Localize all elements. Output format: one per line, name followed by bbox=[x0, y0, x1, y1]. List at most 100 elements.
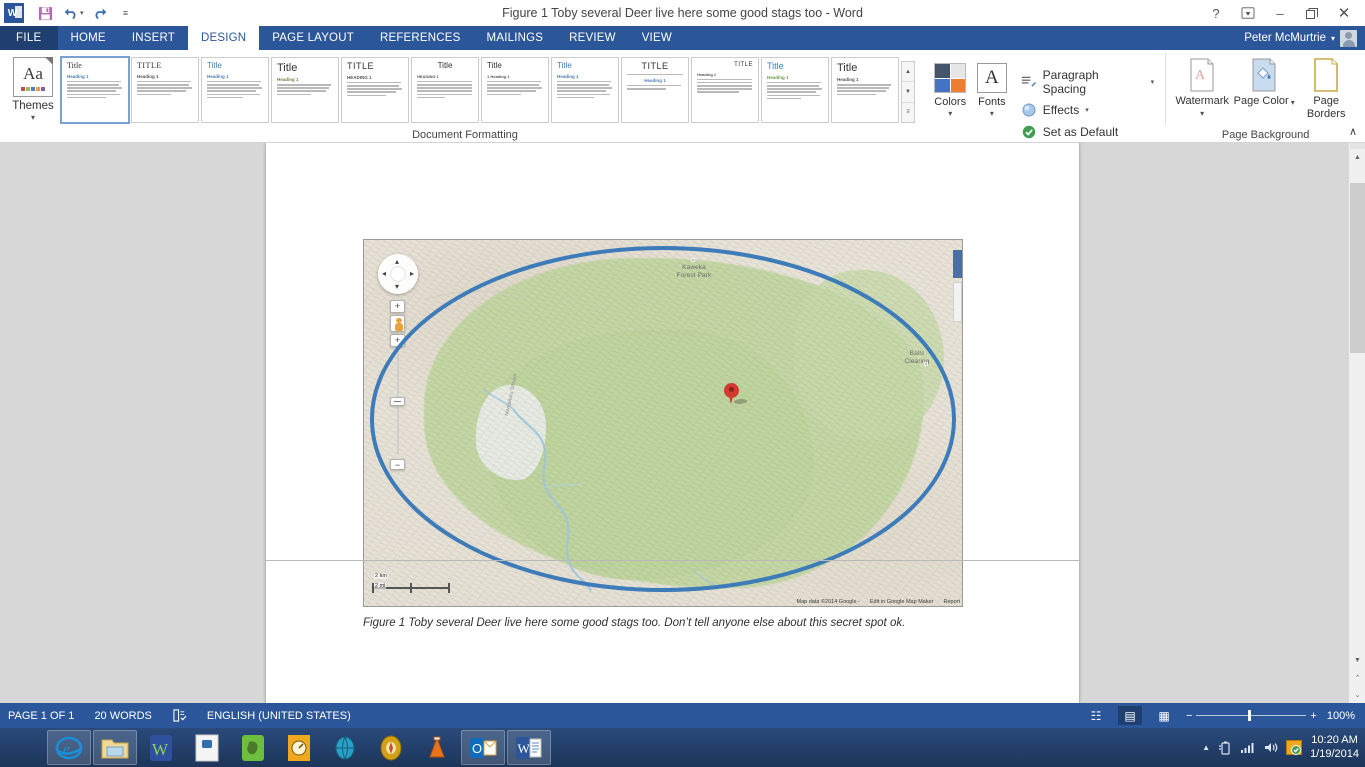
taskbar-word[interactable]: W bbox=[507, 730, 551, 765]
gallery-scroll-down-icon[interactable]: ▼ bbox=[902, 82, 914, 103]
split-window-handle[interactable] bbox=[1350, 143, 1365, 149]
taskbar-file-explorer[interactable] bbox=[93, 730, 137, 765]
taskbar-outlook[interactable]: O bbox=[461, 730, 505, 765]
map-zoom-slider-handle[interactable] bbox=[390, 397, 405, 406]
tab-page-layout[interactable]: PAGE LAYOUT bbox=[259, 26, 367, 50]
map-location-pin[interactable] bbox=[724, 383, 749, 407]
tab-home[interactable]: HOME bbox=[58, 26, 119, 50]
minimize-button[interactable]: – bbox=[1265, 2, 1295, 24]
map-scroll-nub[interactable] bbox=[953, 250, 962, 278]
view-read-mode-button[interactable]: ☷ bbox=[1084, 706, 1108, 725]
ribbon-display-options-icon[interactable] bbox=[1233, 2, 1263, 24]
style-thumb[interactable]: Title HEADING 1 bbox=[411, 57, 479, 123]
language-status[interactable]: ENGLISH (UNITED STATES) bbox=[207, 710, 351, 722]
chevron-down-icon[interactable]: ▾ bbox=[948, 109, 952, 118]
style-thumb[interactable]: Title Heading 1 bbox=[551, 57, 619, 123]
view-web-layout-button[interactable]: ▦ bbox=[1152, 706, 1176, 725]
volume-icon[interactable] bbox=[1263, 741, 1278, 754]
chevron-down-icon[interactable]: ▾ bbox=[31, 113, 35, 122]
taskbar-internet-explorer[interactable]: e bbox=[47, 730, 91, 765]
show-hidden-icons-button[interactable]: ▲ bbox=[1202, 743, 1210, 752]
map-zoom-in-button[interactable]: + bbox=[390, 300, 405, 313]
pan-center-icon[interactable] bbox=[390, 266, 406, 282]
scroll-up-icon[interactable]: ▲ bbox=[1349, 149, 1365, 166]
zoom-slider-track[interactable] bbox=[1196, 710, 1307, 721]
security-shield-icon[interactable] bbox=[1286, 740, 1303, 755]
zoom-in-button[interactable]: + bbox=[1310, 710, 1316, 722]
taskbar-speed-meter[interactable] bbox=[277, 730, 321, 765]
previous-page-icon[interactable]: ⌃ bbox=[1349, 669, 1365, 686]
close-button[interactable]: ✕ bbox=[1329, 2, 1359, 24]
map-scroll-track[interactable] bbox=[953, 282, 962, 322]
user-account-area[interactable]: Peter McMurtrie ▾ bbox=[1244, 26, 1357, 50]
page-count-status[interactable]: PAGE 1 OF 1 bbox=[8, 710, 74, 722]
chevron-down-icon[interactable]: ▾ bbox=[1200, 109, 1204, 118]
zoom-slider-handle[interactable] bbox=[1248, 710, 1252, 721]
customize-qat-icon[interactable]: ≡ bbox=[113, 2, 139, 24]
scroll-thumb[interactable] bbox=[1350, 183, 1365, 353]
battery-icon[interactable] bbox=[1218, 741, 1232, 755]
pan-right-icon[interactable]: ▸ bbox=[410, 269, 414, 278]
chevron-down-icon[interactable]: ▾ bbox=[1291, 98, 1295, 107]
tab-review[interactable]: REVIEW bbox=[556, 26, 629, 50]
fonts-button[interactable]: A Fonts ▾ bbox=[971, 58, 1013, 143]
gallery-scrollbar[interactable]: ▲ ▼ ≡ bbox=[901, 61, 915, 123]
chevron-down-icon[interactable]: ▾ bbox=[990, 109, 994, 118]
style-thumb[interactable]: Title Heading 1 bbox=[60, 56, 130, 124]
tab-file[interactable]: FILE bbox=[0, 26, 58, 50]
collapse-ribbon-icon[interactable]: ∧ bbox=[1349, 125, 1357, 138]
gallery-more-icon[interactable]: ≡ bbox=[902, 103, 914, 122]
word-count-status[interactable]: 20 WORDS bbox=[94, 710, 151, 722]
map-figure[interactable]: Kaweka Forest Park Balls Clearing Mangat… bbox=[363, 239, 963, 607]
avatar[interactable] bbox=[1340, 29, 1357, 47]
chevron-down-icon[interactable]: ▾ bbox=[1151, 78, 1155, 86]
map-zoom-out-button[interactable]: − bbox=[390, 459, 405, 470]
style-thumb[interactable]: TITLE Heading 1 bbox=[131, 57, 199, 123]
document-vertical-scrollbar[interactable]: ▲ ▼ ⌃ ⌄ bbox=[1348, 143, 1365, 703]
pan-up-icon[interactable]: ▴ bbox=[395, 257, 399, 266]
taskbar-app-white[interactable] bbox=[185, 730, 229, 765]
tab-design[interactable]: DESIGN bbox=[187, 26, 260, 50]
taskbar-evernote[interactable] bbox=[231, 730, 275, 765]
style-thumb[interactable]: Title Heading 1 bbox=[761, 57, 829, 123]
chevron-down-icon[interactable]: ▾ bbox=[1085, 106, 1089, 114]
map-zoom-slider[interactable]: − bbox=[385, 349, 411, 470]
undo-caret-icon[interactable]: ▾ bbox=[80, 9, 84, 17]
edit-in-map-maker-link[interactable]: Edit in Google Map Maker bbox=[870, 599, 934, 605]
report-link[interactable]: Report bbox=[943, 599, 960, 605]
tab-insert[interactable]: INSERT bbox=[119, 26, 188, 50]
set-as-default-button[interactable]: Set as Default bbox=[1021, 124, 1154, 140]
map-pan-control[interactable]: ▴ ▾ ◂ ▸ bbox=[378, 254, 418, 294]
style-thumb[interactable]: Title 1 Heading 1 bbox=[481, 57, 549, 123]
save-icon[interactable] bbox=[32, 2, 58, 24]
taskbar-globe-browser[interactable] bbox=[323, 730, 367, 765]
google-map-image[interactable]: Kaweka Forest Park Balls Clearing Mangat… bbox=[363, 239, 963, 607]
style-thumb[interactable]: Title Heading 1 bbox=[271, 57, 339, 123]
map-zoom-controls[interactable]: + + − bbox=[385, 300, 411, 470]
style-thumb[interactable]: TITLE Heading 1 bbox=[621, 57, 689, 123]
next-page-icon[interactable]: ⌄ bbox=[1349, 686, 1365, 703]
start-button[interactable] bbox=[0, 728, 46, 767]
chevron-down-icon[interactable]: ▾ bbox=[1331, 34, 1335, 43]
taskbar-wordweb[interactable]: W bbox=[139, 730, 183, 765]
pegman-icon[interactable] bbox=[390, 315, 405, 332]
pan-left-icon[interactable]: ◂ bbox=[382, 269, 386, 278]
help-icon[interactable]: ? bbox=[1201, 2, 1231, 24]
style-thumb[interactable]: Title Heading 1 bbox=[831, 57, 899, 123]
gallery-scroll-up-icon[interactable]: ▲ bbox=[902, 62, 914, 83]
proofing-errors-icon[interactable] bbox=[172, 709, 187, 722]
style-thumb[interactable]: TITLE HEADING 1 bbox=[341, 57, 409, 123]
style-thumb[interactable]: TITLE Heading 1 bbox=[691, 57, 759, 123]
tab-references[interactable]: REFERENCES bbox=[367, 26, 474, 50]
zoom-level-label[interactable]: 100% bbox=[1327, 710, 1355, 722]
network-signal-icon[interactable] bbox=[1240, 741, 1255, 754]
document-page[interactable]: Kaweka Forest Park Balls Clearing Mangat… bbox=[265, 143, 1080, 703]
zoom-slider[interactable]: − + bbox=[1186, 710, 1317, 722]
style-thumb[interactable]: Title Heading 1 bbox=[201, 57, 269, 123]
tab-mailings[interactable]: MAILINGS bbox=[474, 26, 557, 50]
pan-down-icon[interactable]: ▾ bbox=[395, 282, 399, 291]
view-print-layout-button[interactable]: ▤ bbox=[1117, 706, 1142, 725]
tab-view[interactable]: VIEW bbox=[629, 26, 685, 50]
taskbar-compass[interactable] bbox=[369, 730, 413, 765]
colors-button[interactable]: Colors ▾ bbox=[929, 58, 971, 143]
